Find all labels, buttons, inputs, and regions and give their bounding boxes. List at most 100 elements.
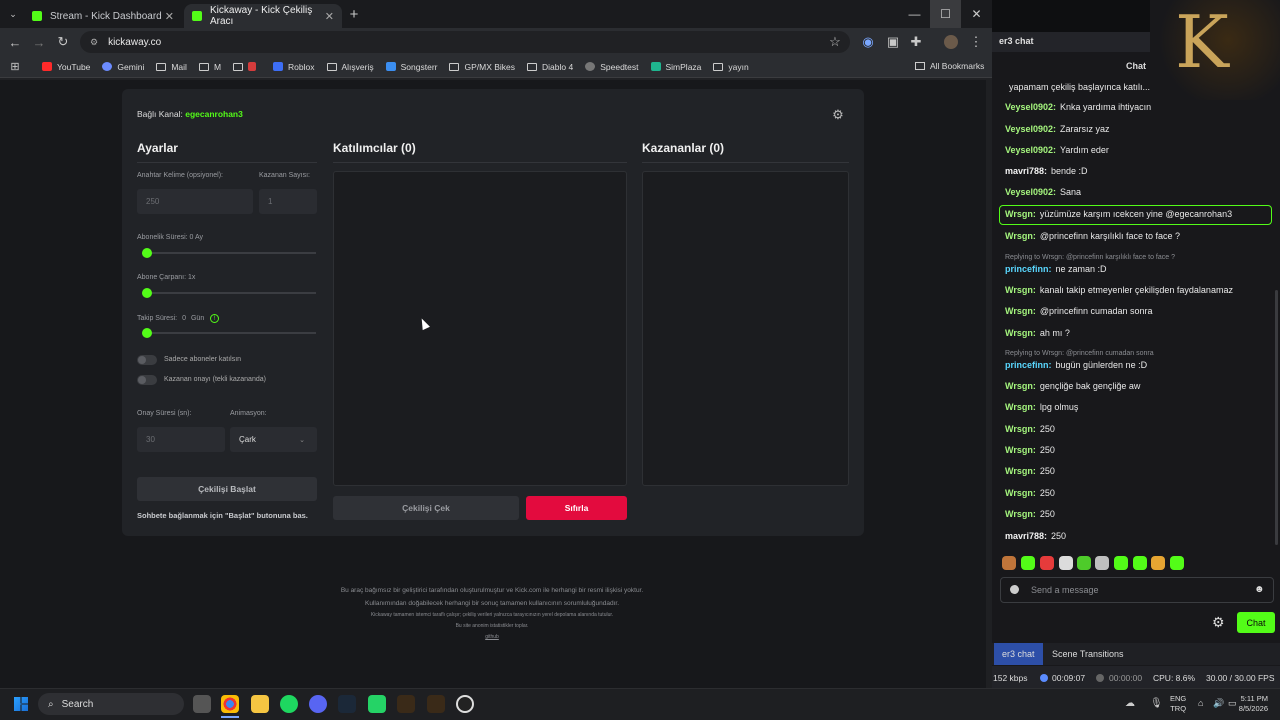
sub-duration-slider[interactable] xyxy=(142,248,316,258)
chat-username[interactable]: Wrsgn: xyxy=(1005,402,1036,412)
tab-kickaway[interactable]: Kickaway - Kick Çekiliş Aracı ✕ xyxy=(184,4,342,28)
info-icon[interactable]: ! xyxy=(210,314,220,323)
forward-icon[interactable]: → xyxy=(30,33,48,51)
back-icon[interactable]: ← xyxy=(6,33,24,51)
extension-audio-icon[interactable]: ◉ xyxy=(859,33,877,51)
task-view-icon[interactable] xyxy=(193,695,211,713)
animation-select[interactable]: Çark ⌄ xyxy=(230,427,317,452)
emoji-picker-icon[interactable]: ☻ xyxy=(1254,584,1265,595)
emote-icon[interactable] xyxy=(1021,556,1035,570)
only-subs-toggle[interactable] xyxy=(137,355,157,365)
follow-duration-slider[interactable] xyxy=(142,328,316,338)
apps-grid-icon[interactable]: ⊞ xyxy=(6,58,24,76)
bookmark-simplaza[interactable]: SimPlaza xyxy=(650,62,701,72)
chat-username[interactable]: Wrsgn: xyxy=(1005,306,1036,316)
reset-button[interactable]: Sıfırla xyxy=(526,496,627,520)
close-icon[interactable]: ✕ xyxy=(325,10,334,23)
cloud-icon[interactable]: ☁ xyxy=(1125,698,1135,709)
tab-scene-transitions[interactable]: Scene Transitions xyxy=(1044,643,1132,665)
mic-icon[interactable]: 🎙 xyxy=(1150,698,1163,709)
bookmark-mail[interactable]: Mail xyxy=(156,62,187,72)
chrome-icon[interactable] xyxy=(221,695,239,713)
github-link[interactable]: github xyxy=(250,634,734,640)
steam-icon[interactable] xyxy=(338,695,356,713)
bookmark-youtube[interactable]: YouTube xyxy=(42,62,90,72)
chat-username[interactable]: Wrsgn: xyxy=(1005,509,1036,519)
emote-icon[interactable] xyxy=(1095,556,1109,570)
chat-username[interactable]: Wrsgn: xyxy=(1005,231,1036,241)
taskbar-search[interactable]: ⌕ Search xyxy=(38,693,184,715)
chat-username[interactable]: Wrsgn: xyxy=(1005,285,1036,295)
bookmark-star-icon[interactable]: ☆ xyxy=(826,33,844,51)
profile-avatar[interactable] xyxy=(944,35,958,49)
bookmark-diablo4[interactable]: Diablo 4 xyxy=(527,62,573,72)
keyword-input[interactable]: 250 xyxy=(137,189,253,214)
emote-icon[interactable] xyxy=(1151,556,1165,570)
winner-count-input[interactable]: 1 xyxy=(259,189,317,214)
emote-icon[interactable] xyxy=(1059,556,1073,570)
settings-gear-icon[interactable]: ⚙ xyxy=(830,107,846,123)
emote-icon[interactable] xyxy=(1040,556,1054,570)
slider-knob[interactable] xyxy=(142,288,152,298)
window-close-icon[interactable]: ✕ xyxy=(961,0,992,28)
bookmark-speedtest[interactable]: Speedtest xyxy=(585,62,639,72)
close-icon[interactable]: ✕ xyxy=(165,10,174,23)
start-giveaway-button[interactable]: Çekilişi Başlat xyxy=(137,477,317,501)
chat-username[interactable]: Veysel0902: xyxy=(1005,102,1056,112)
emote-icon[interactable] xyxy=(1002,556,1016,570)
emote-icon[interactable] xyxy=(1077,556,1091,570)
new-tab-icon[interactable]: + xyxy=(345,5,363,23)
bookmark-gemini[interactable]: Gemini xyxy=(102,62,144,72)
clock[interactable]: 5:11 PM 8/5/2026 xyxy=(1234,694,1268,714)
emote-icon[interactable] xyxy=(1114,556,1128,570)
draw-button[interactable]: Çekilişi Çek xyxy=(333,496,519,520)
whatsapp-icon[interactable] xyxy=(368,695,386,713)
address-bar[interactable]: ⚙ kickaway.co xyxy=(80,31,850,53)
obs-icon[interactable] xyxy=(456,695,474,713)
slider-knob[interactable] xyxy=(142,328,152,338)
site-info-icon[interactable]: ⚙ xyxy=(90,37,98,48)
chat-message-input[interactable]: Send a message xyxy=(1000,577,1274,603)
chat-username[interactable]: princefinn: xyxy=(1005,264,1052,274)
discord-icon[interactable] xyxy=(309,695,327,713)
chat-send-button[interactable]: Chat xyxy=(1237,612,1275,633)
spotify-icon[interactable] xyxy=(280,695,298,713)
network-icon[interactable]: ⌂ xyxy=(1198,698,1203,708)
volume-icon[interactable]: 🔊 xyxy=(1213,698,1224,709)
sub-multiplier-slider[interactable] xyxy=(142,288,316,298)
tab-stream-dashboard[interactable]: Stream - Kick Dashboard ✕ xyxy=(24,4,182,28)
bookmark-alisveris[interactable]: Alışveriş xyxy=(326,62,374,72)
chat-username[interactable]: Wrsgn: xyxy=(1005,328,1036,338)
chat-scrollbar[interactable] xyxy=(1275,290,1278,545)
reload-icon[interactable]: ↻ xyxy=(54,33,72,51)
emote-icon[interactable] xyxy=(1133,556,1147,570)
bookmark-gpmx-bikes[interactable]: GP/MX Bikes xyxy=(449,62,515,72)
bookmark-yayin[interactable]: yayın xyxy=(713,62,749,72)
emote-icon[interactable] xyxy=(1170,556,1184,570)
chat-username[interactable]: princefinn: xyxy=(1005,360,1052,370)
chat-username[interactable]: mavri788: xyxy=(1005,531,1047,541)
chat-username[interactable]: Wrsgn: xyxy=(1005,466,1036,476)
chat-username[interactable]: Veysel0902: xyxy=(1005,124,1056,134)
all-bookmarks-button[interactable]: All Bookmarks xyxy=(915,61,984,71)
file-explorer-icon[interactable] xyxy=(251,695,269,713)
minimize-icon[interactable]: — xyxy=(899,0,930,28)
bookmark-songsterr[interactable]: Songsterr xyxy=(385,62,437,72)
tab-er3-chat[interactable]: er3 chat xyxy=(994,643,1043,665)
app-r2-icon[interactable] xyxy=(427,695,445,713)
chat-username[interactable]: Veysel0902: xyxy=(1005,145,1056,155)
chat-username[interactable]: Wrsgn: xyxy=(1005,381,1036,391)
chat-username[interactable]: Wrsgn: xyxy=(1005,424,1036,434)
bookmark-folder[interactable] xyxy=(233,62,261,71)
chat-username[interactable]: Wrsgn: xyxy=(1005,445,1036,455)
language-indicator[interactable]: ENG TRQ xyxy=(1170,694,1186,714)
extensions-puzzle-icon[interactable]: ✚ xyxy=(907,33,925,51)
chat-username[interactable]: Veysel0902: xyxy=(1005,187,1056,197)
winner-confirm-toggle[interactable] xyxy=(137,375,157,385)
extension-cast-icon[interactable]: ▣ xyxy=(884,33,902,51)
chat-settings-gear-icon[interactable]: ⚙ xyxy=(1212,614,1225,631)
maximize-icon[interactable]: ☐ xyxy=(930,0,961,28)
chat-username[interactable]: mavri788: xyxy=(1005,166,1047,176)
bookmark-m[interactable]: M xyxy=(198,62,221,72)
app-r-icon[interactable] xyxy=(397,695,415,713)
